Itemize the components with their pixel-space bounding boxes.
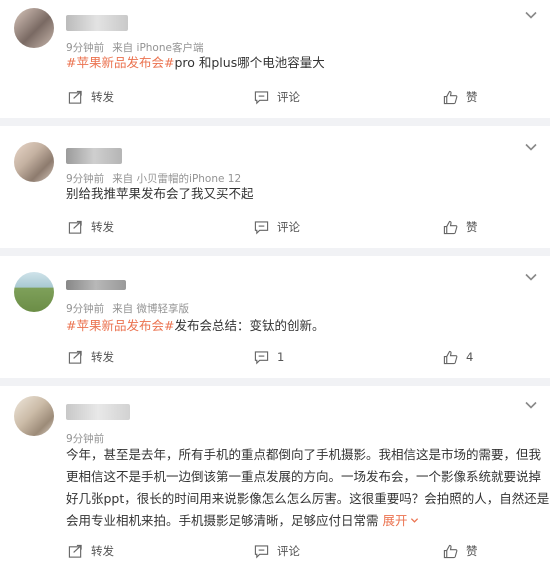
comment-count: 1: [277, 350, 285, 364]
comment-button[interactable]: 评论: [254, 87, 300, 107]
repost-button[interactable]: 转发: [68, 217, 114, 237]
username-blurred[interactable]: [66, 404, 130, 420]
comment-icon: [254, 90, 269, 104]
like-button[interactable]: 赞: [443, 87, 478, 107]
repost-label: 转发: [91, 220, 114, 234]
thumbs-up-icon: [443, 544, 458, 558]
like-button[interactable]: 4: [443, 347, 473, 367]
post-line-last: 会用专业相机来拍。手机摄影足够清晰，足够应付日常需 展开: [66, 510, 542, 532]
action-bar: 转发 评论 赞: [0, 217, 550, 237]
like-label: 赞: [466, 90, 478, 104]
repost-icon: [68, 90, 82, 104]
repost-icon: [68, 220, 82, 234]
like-label: 赞: [466, 220, 478, 234]
post-line: 今年，甚至是去年，所有手机的重点都倒向了手机摄影。我相信这是市场的需要，但我: [66, 447, 542, 462]
comment-button[interactable]: 1: [254, 347, 284, 367]
post-line: 更相信这不是手机一边倒该第一重点发展的方向。一场发布会，一个影像系统就要说掉: [66, 469, 542, 484]
like-button[interactable]: 赞: [443, 217, 478, 237]
hashtag-link[interactable]: #苹果新品发布会#: [66, 55, 174, 70]
divider: [0, 378, 550, 386]
post-source[interactable]: 来自 微博轻享版: [112, 303, 189, 315]
repost-icon: [68, 350, 82, 364]
thumbs-up-icon: [443, 90, 458, 104]
avatar[interactable]: [14, 272, 54, 312]
comment-button[interactable]: 评论: [254, 217, 300, 237]
repost-icon: [68, 544, 82, 558]
post-text: #苹果新品发布会#发布会总结：变钛的创新。: [66, 315, 324, 337]
action-bar: 转发 评论 赞: [0, 87, 550, 107]
repost-label: 转发: [91, 544, 114, 558]
avatar[interactable]: [14, 142, 54, 182]
comment-label: 评论: [277, 220, 300, 234]
expand-label: 展开: [382, 513, 408, 528]
comment-icon: [254, 544, 269, 558]
avatar[interactable]: [14, 8, 54, 48]
post-line: 好几张ppt，很长的时间用来说影像怎么怎么厉害。这很重要吗？会拍照的人，自然还是: [66, 491, 550, 506]
divider: [0, 248, 550, 256]
like-button[interactable]: 赞: [443, 541, 478, 561]
thumbs-up-icon: [443, 220, 458, 234]
post-body: 别给我推苹果发布会了我又买不起: [66, 186, 254, 201]
chevron-down-icon[interactable]: [524, 140, 538, 154]
comment-icon: [254, 220, 269, 234]
action-bar: 转发 评论 赞: [0, 541, 550, 561]
hashtag-link[interactable]: #苹果新品发布会#: [66, 318, 174, 333]
post-text: #苹果新品发布会#pro 和plus哪个电池容量大: [66, 52, 325, 74]
post-time[interactable]: 9分钟前: [66, 303, 104, 315]
divider: [0, 118, 550, 126]
comment-label: 评论: [277, 90, 300, 104]
repost-button[interactable]: 转发: [68, 541, 114, 561]
repost-button[interactable]: 转发: [68, 87, 114, 107]
expand-link[interactable]: 展开: [383, 513, 419, 528]
chevron-down-icon: [410, 518, 418, 523]
repost-label: 转发: [91, 90, 114, 104]
post-text: 别给我推苹果发布会了我又买不起: [66, 183, 254, 205]
username-blurred[interactable]: [66, 15, 128, 31]
post-line: 会用专业相机来拍。手机摄影足够清晰，足够应付日常需: [66, 513, 379, 528]
chevron-down-icon[interactable]: [524, 270, 538, 284]
comment-label: 评论: [277, 544, 300, 558]
comment-button[interactable]: 评论: [254, 541, 300, 561]
thumbs-up-icon: [443, 350, 458, 364]
action-bar: 转发 1 4: [0, 347, 550, 367]
chevron-down-icon[interactable]: [524, 8, 538, 22]
like-count: 4: [466, 350, 474, 364]
username-blurred[interactable]: [66, 148, 122, 164]
chevron-down-icon[interactable]: [524, 398, 538, 412]
post-text: 今年，甚至是去年，所有手机的重点都倒向了手机摄影。我相信这是市场的需要，但我 更…: [66, 444, 550, 532]
username-blurred[interactable]: [66, 280, 126, 290]
like-label: 赞: [466, 544, 478, 558]
avatar[interactable]: [14, 396, 54, 436]
post-meta: 9分钟前 来自 微博轻享版: [66, 301, 197, 316]
post-body: pro 和plus哪个电池容量大: [174, 55, 325, 70]
repost-label: 转发: [91, 350, 114, 364]
post-card: 9分钟前 来自 iPhone客户端 #苹果新品发布会#pro 和plus哪个电池容…: [0, 0, 550, 118]
post-body: 发布会总结：变钛的创新。: [174, 318, 325, 333]
repost-button[interactable]: 转发: [68, 347, 114, 367]
comment-icon: [254, 350, 269, 364]
post-card: 9分钟前 今年，甚至是去年，所有手机的重点都倒向了手机摄影。我相信这是市场的需要…: [0, 386, 550, 563]
post-card: 9分钟前 来自 微博轻享版 #苹果新品发布会#发布会总结：变钛的创新。 转发 1 …: [0, 256, 550, 378]
post-card: 9分钟前 来自 小贝雷帽的iPhone 12 别给我推苹果发布会了我又买不起 转发…: [0, 126, 550, 248]
